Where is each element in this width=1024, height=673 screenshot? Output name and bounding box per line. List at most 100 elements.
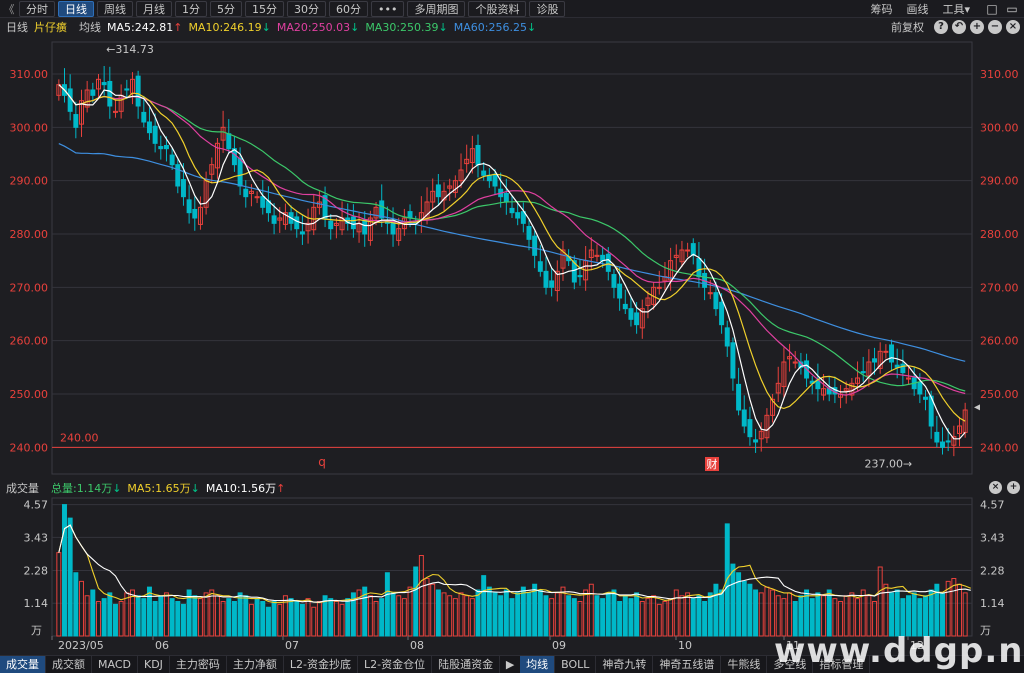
volume-bar <box>163 592 169 637</box>
candle-body <box>350 216 356 230</box>
period-button[interactable]: 日线 <box>58 0 94 17</box>
indicator-tab[interactable]: 成交额 <box>46 655 92 673</box>
stock-name: 片仔癀 <box>34 21 67 34</box>
indicator-tab[interactable]: 主力密码 <box>170 655 227 673</box>
candle-body <box>532 235 538 256</box>
volume-bar <box>957 583 962 637</box>
volume-bar <box>571 598 577 637</box>
volume-bar <box>311 606 317 637</box>
volume-bar <box>849 592 855 637</box>
indicator-tab[interactable]: L2-资金抄底 <box>284 655 359 673</box>
candle-body <box>192 208 198 219</box>
period-button[interactable]: 30分 <box>287 0 326 17</box>
candle-body <box>883 350 889 353</box>
volume-bar <box>345 598 351 637</box>
indicator-tab[interactable]: 成交量 <box>0 655 46 673</box>
volume-bar <box>333 601 339 637</box>
overlay-tab[interactable]: 神奇九转 <box>596 655 654 673</box>
volume-bar <box>254 598 260 637</box>
adjust-mode[interactable]: 前复权 <box>891 19 924 35</box>
period-button[interactable]: 60分 <box>329 0 368 17</box>
period-button[interactable]: ••• <box>371 0 405 17</box>
indicator-tab[interactable]: 主力净额 <box>227 655 284 673</box>
period-button[interactable]: 5分 <box>210 0 242 17</box>
volume-bar <box>622 595 628 637</box>
candle-body <box>685 249 691 252</box>
candle-body <box>169 154 175 166</box>
indicator-tab[interactable]: MACD <box>92 655 138 673</box>
volume-bar <box>288 598 294 637</box>
candle-body <box>328 220 334 230</box>
ma60-value: MA60:256.25↓ <box>453 20 537 34</box>
minimize-window-icon[interactable]: ▭ <box>1004 2 1020 16</box>
overlay-tab[interactable]: 牛熊线 <box>721 655 768 673</box>
candle-body <box>243 188 249 198</box>
candle-body <box>549 280 555 288</box>
period-button[interactable]: 个股资料 <box>468 0 527 17</box>
volume-bar <box>118 601 124 637</box>
candle-body <box>900 363 906 374</box>
period-button[interactable]: 周线 <box>97 0 133 17</box>
period-button[interactable]: 分时 <box>19 0 55 17</box>
volume-bar <box>753 589 759 637</box>
volume-bar <box>84 595 90 637</box>
draw-line-link[interactable]: 画线 <box>906 1 928 17</box>
period-button[interactable]: 诊股 <box>529 0 566 17</box>
volume-bar <box>305 598 311 637</box>
zoom-in-icon[interactable]: + <box>970 20 984 34</box>
volume-bar <box>294 601 300 637</box>
undo-icon[interactable]: ↶ <box>952 20 966 34</box>
ma20-line <box>58 84 966 396</box>
candle-body <box>124 88 130 91</box>
volume-bar <box>543 595 549 637</box>
close-icon[interactable]: × <box>1006 20 1020 34</box>
watermark: www.ddgp.net <box>774 631 1024 671</box>
volume-bar <box>209 589 215 637</box>
volume-bar <box>707 592 713 637</box>
volume-bar <box>526 592 532 637</box>
overlay-tab[interactable]: 均线 <box>520 655 556 673</box>
tabs-scroll-icon[interactable]: ▶ <box>500 658 520 671</box>
volume-bar <box>481 575 487 637</box>
volume-close-icon[interactable]: × <box>989 481 1002 494</box>
kline-chart[interactable]: 310.00 310.00 300.00 300.00 290.00 290.00 280.… <box>0 36 1024 654</box>
volume-bar <box>124 592 130 637</box>
overlay-tab[interactable]: BOLL <box>555 655 597 673</box>
indicator-tab[interactable]: KDJ <box>138 655 170 673</box>
volume-bar <box>741 580 747 637</box>
volume-bar <box>758 592 764 637</box>
volume-bar <box>566 595 572 637</box>
tools-menu[interactable]: 工具▾ <box>942 1 970 17</box>
volume-bar <box>107 592 113 637</box>
candle-body <box>940 441 945 448</box>
volume-bar <box>112 603 118 637</box>
volume-bar <box>379 598 385 637</box>
overlay-tab[interactable]: 神奇五线谱 <box>653 655 722 673</box>
candle-body <box>101 82 107 86</box>
volume-add-icon[interactable]: + <box>1007 481 1020 494</box>
candle-body <box>741 409 747 427</box>
volume-bar <box>73 572 79 637</box>
indicator-tab[interactable]: 陆股通资金 <box>432 655 501 673</box>
volume-bar <box>560 586 566 637</box>
volume-ma5-line <box>58 524 972 604</box>
candle-body <box>294 216 300 230</box>
period-button[interactable]: 多周期图 <box>407 0 466 17</box>
ma-label[interactable]: 均线 <box>79 19 101 35</box>
collapse-icon[interactable]: 《 <box>2 1 16 17</box>
zoom-out-icon[interactable]: − <box>988 20 1002 34</box>
period-button[interactable]: 月线 <box>136 0 172 17</box>
restore-window-icon[interactable]: □ <box>984 2 1000 16</box>
period-button[interactable]: 15分 <box>245 0 284 17</box>
volume-bar <box>367 595 373 637</box>
chip-distribution-link[interactable]: 筹码 <box>870 1 892 17</box>
volume-bar <box>475 589 481 637</box>
candle-body <box>690 243 696 256</box>
indicator-tab[interactable]: L2-资金仓位 <box>358 655 433 673</box>
price-tick-label-right: 280.00 <box>980 228 1019 241</box>
candle-body <box>753 439 759 443</box>
candle-body <box>141 111 147 123</box>
candle-body <box>379 200 385 219</box>
help-icon[interactable]: ? <box>934 20 948 34</box>
period-button[interactable]: 1分 <box>175 0 207 17</box>
